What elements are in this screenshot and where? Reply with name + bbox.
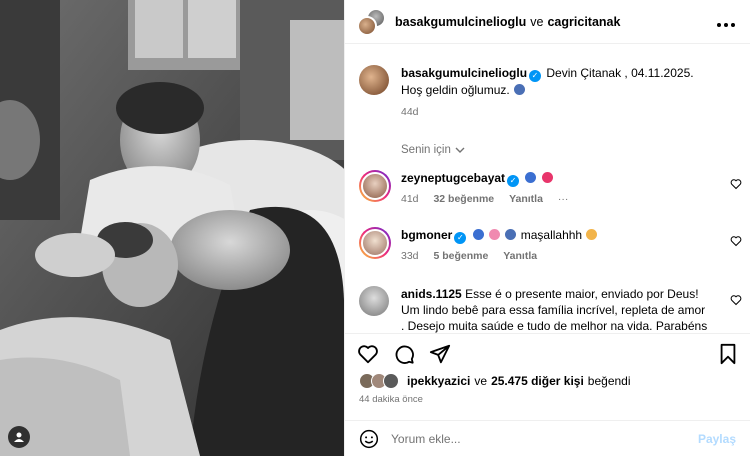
caption-age[interactable]: 44d xyxy=(401,106,419,118)
comment-input[interactable] xyxy=(391,431,698,446)
post-caption: basakgumulcinelioglu ✓ Devin Çitanak , 04… xyxy=(345,45,750,120)
smiling-hearts-emoji-icon xyxy=(586,229,598,240)
save-bookmark-icon[interactable] xyxy=(718,343,738,365)
post-timestamp[interactable]: 44 dakika önce xyxy=(359,394,423,405)
evil-eye-emoji-icon xyxy=(514,84,526,95)
comments-scroll-area[interactable]: basakgumulcinelioglu ✓ Devin Çitanak , 04… xyxy=(345,45,750,333)
comment-text: maşallahhh xyxy=(520,228,583,242)
post-actions xyxy=(345,333,750,373)
avatar xyxy=(361,172,389,200)
likes-suffix: beğendi xyxy=(587,374,631,388)
comment-age[interactable]: 41d xyxy=(401,193,419,205)
pink-heart-emoji-icon xyxy=(541,172,553,183)
authors-conjunction: ve xyxy=(530,14,544,29)
avatar xyxy=(361,229,389,257)
comment-filter-label: Senin için xyxy=(401,144,451,156)
likes-conjunction: ve xyxy=(474,374,488,388)
comment-options-icon[interactable]: ··· xyxy=(558,193,569,205)
comment-item: bgmoner ✓ maşallahhh 33d 5 beğenme Yanıtl… xyxy=(345,227,750,264)
avatar xyxy=(383,373,399,389)
share-paper-plane-icon[interactable] xyxy=(429,343,451,365)
comment-item: anids.1125 Esse é o presente maior, envi… xyxy=(345,286,750,333)
story-ring[interactable] xyxy=(359,170,391,202)
like-comment-heart-icon[interactable] xyxy=(730,294,742,306)
comment-item: zeynep­tugcebayat ✓ 41d 32 beğenme Yanıtl… xyxy=(345,170,750,207)
blossom-emoji-icon xyxy=(489,229,501,240)
liker-avatars xyxy=(359,373,403,389)
like-comment-heart-icon[interactable] xyxy=(730,178,742,190)
collab-avatars[interactable] xyxy=(357,7,386,36)
comment-composer: Paylaş xyxy=(345,420,750,456)
verified-badge-icon: ✓ xyxy=(507,175,520,187)
reply-button[interactable]: Yanıtla xyxy=(503,250,537,262)
reply-button[interactable]: Yanıtla xyxy=(509,193,543,205)
likes-count[interactable]: 25.475 diğer kişi xyxy=(491,374,584,388)
like-comment-heart-icon[interactable] xyxy=(730,235,742,247)
more-options-icon[interactable] xyxy=(716,13,736,31)
verified-badge-icon: ✓ xyxy=(454,232,467,244)
comment-username[interactable]: anids.1125 xyxy=(401,287,462,301)
caption-text: Hoş geldin oğlumuz. xyxy=(401,83,510,97)
post-header: basakgumulcinelioglu ve cagricitanak xyxy=(345,0,750,44)
evil-eye-emoji-icon xyxy=(525,172,537,183)
comment-bubble-icon[interactable] xyxy=(393,343,415,365)
avatar xyxy=(357,15,377,36)
comment-filter[interactable]: Senin için xyxy=(345,120,750,156)
blue-heart-emoji-icon xyxy=(472,229,484,240)
chevron-down-icon xyxy=(455,147,465,153)
post-dialog: basakgumulcinelioglu ve cagricitanak bas… xyxy=(0,0,750,456)
evil-eye-emoji-icon xyxy=(505,229,517,240)
caption-text: Devin Çitanak , 04.11.2025. xyxy=(546,66,694,80)
author-username[interactable]: basakgumulcinelioglu xyxy=(395,15,526,29)
avatar[interactable] xyxy=(359,286,389,316)
comment-username[interactable]: zeynep­tugcebayat xyxy=(401,171,505,185)
verified-badge-icon: ✓ xyxy=(529,70,542,82)
tagged-people-icon[interactable] xyxy=(8,426,30,448)
comment-likes[interactable]: 5 beğenme xyxy=(433,250,488,262)
comment-username[interactable]: bgmoner xyxy=(401,228,452,242)
comment-age[interactable]: 33d xyxy=(401,250,419,262)
post-comment-button[interactable]: Paylaş xyxy=(698,432,736,446)
post-photo[interactable] xyxy=(0,0,344,456)
avatar[interactable] xyxy=(359,65,389,95)
likes-summary: ipekkyazici ve 25.475 diğer kişi beğendi xyxy=(359,373,736,389)
story-ring[interactable] xyxy=(359,227,391,259)
emoji-smiley-icon[interactable] xyxy=(359,429,379,449)
post-image xyxy=(0,0,344,456)
author-username[interactable]: cagricitanak xyxy=(547,15,620,29)
post-details: basakgumulcinelioglu ve cagricitanak bas… xyxy=(344,0,750,456)
caption-username[interactable]: basakgumulcinelioglu xyxy=(401,66,527,80)
comment-likes[interactable]: 32 beğenme xyxy=(433,193,494,205)
like-heart-icon[interactable] xyxy=(357,343,379,365)
post-authors: basakgumulcinelioglu ve cagricitanak xyxy=(395,15,620,29)
liker-username[interactable]: ipekkyazici xyxy=(407,374,470,388)
